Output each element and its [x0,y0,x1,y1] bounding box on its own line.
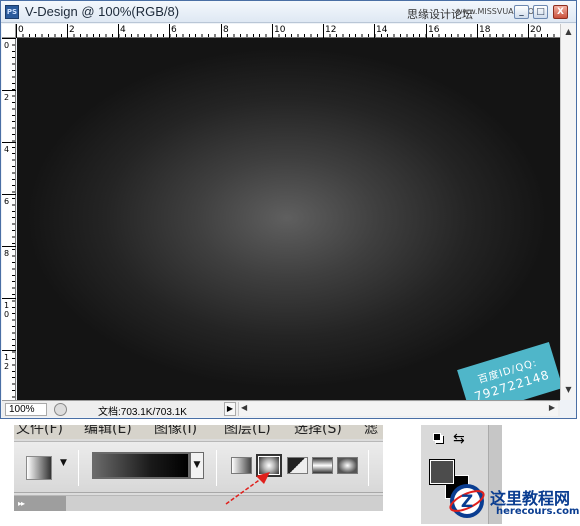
site-logo: Z 这里教程网 herecours.com [448,480,580,524]
title-bar[interactable]: PS V-Design @ 100%(RGB/8) 思缘设计论坛 www.MIS… [1,1,576,23]
diamond-gradient-button[interactable] [337,457,358,474]
status-bar: 100% 文档:703.1K/703.1K ▶ ◀ ▶ [2,400,560,418]
ruler-tick [221,24,222,38]
screenshot-root: PS V-Design @ 100%(RGB/8) 思缘设计论坛 www.MIS… [0,0,580,526]
photoshop-app-icon: PS [5,5,19,19]
menu-layer[interactable]: 图层(L) [224,425,271,438]
red-pointer-arrow-icon [225,472,270,505]
ruler-tick [323,24,324,38]
ruler-tick [2,90,16,91]
horizontal-scrollbar[interactable]: ◀ ▶ [238,402,558,416]
ruler-label: 18 [479,25,491,35]
ruler-label: 4 [120,25,126,35]
ruler-label: 14 [376,25,388,35]
ruler-tick [169,24,170,38]
gradient-picker[interactable] [92,452,190,479]
swap-colors-icon[interactable]: ⇆ [453,432,465,446]
scroll-right-arrow-icon[interactable]: ▶ [549,403,555,412]
zoom-field[interactable]: 100% [5,403,47,416]
horizontal-ruler[interactable]: 0 2 4 6 8 10 12 14 16 18 20 [16,24,560,38]
vertical-scrollbar[interactable]: ▲ ▼ [560,24,576,400]
ruler-tick [67,24,68,38]
svg-text:Z: Z [461,492,473,512]
ruler-tick [16,24,17,38]
ruler-tick [477,24,478,38]
ruler-label: 2 [4,93,10,102]
ruler-label: 8 [223,25,229,35]
logo-mark-icon: Z [449,484,485,518]
toolbar-divider [78,450,79,486]
menu-file[interactable]: 文件(F) [16,425,63,438]
menu-select[interactable]: 选择(S) [294,425,342,438]
document-window: PS V-Design @ 100%(RGB/8) 思缘设计论坛 www.MIS… [0,0,577,419]
ruler-tick [374,24,375,38]
document-canvas[interactable]: 百度ID/QQ: 792722148 [17,38,563,416]
ruler-label: 6 [171,25,177,35]
menu-image[interactable]: 图像(I) [154,425,197,438]
ruler-tick [2,298,16,299]
menu-filter[interactable]: 滤 [364,425,378,438]
status-menu-arrow-icon[interactable]: ▶ [224,402,236,416]
menu-edit[interactable]: 编辑(E) [84,425,132,438]
menu-bar: 文件(F) 编辑(E) 图像(I) 图层(L) 选择(S) 滤 [14,425,383,439]
ruler-label: 0 [4,41,10,50]
scroll-down-arrow-icon[interactable]: ▼ [563,384,574,395]
ruler-tick [2,142,16,143]
gradient-options-bar: ▼ ▼ [14,441,383,493]
ruler-tick [426,24,427,38]
ruler-tick [272,24,273,38]
vertical-ruler[interactable]: 0 2 4 6 8 1 0 1 2 [2,38,16,400]
document-title: V-Design @ 100%(RGB/8) [25,4,180,19]
ruler-label: 1 0 [4,301,10,319]
panel-dock-bar: ▸▸ [14,495,383,511]
maximize-button[interactable]: □ [533,5,548,19]
ruler-tick [2,38,16,39]
ruler-tick [2,246,16,247]
ruler-label: 20 [530,25,542,35]
ruler-tick [2,350,16,351]
ruler-label: 2 [69,25,75,35]
reflected-gradient-button[interactable] [312,457,333,474]
ruler-tick [118,24,119,38]
toolbar-divider [368,450,369,486]
ruler-label: 12 [325,25,337,35]
ruler-label: 6 [4,197,10,206]
ruler-label: 0 [18,25,24,35]
ruler-label: 8 [4,249,10,258]
logo-url: herecours.com [496,506,580,517]
ruler-label: 10 [274,25,286,35]
ruler-label: 16 [428,25,440,35]
foreground-color-swatch[interactable] [429,459,455,485]
angle-gradient-button[interactable] [287,457,308,474]
close-button[interactable]: X [553,5,568,19]
minimize-button[interactable]: _ [514,5,529,19]
tool-preset-picker[interactable] [26,456,52,480]
chevron-down-icon[interactable]: ▼ [60,458,67,468]
ruler-tick [2,194,16,195]
document-size-info: 文档:703.1K/703.1K [98,407,187,418]
ruler-origin[interactable] [2,24,16,38]
ruler-tick [528,24,529,38]
default-colors-icon[interactable] [433,433,441,441]
toolbar-divider [216,450,217,486]
gradient-picker-dropdown[interactable]: ▼ [190,452,204,479]
scroll-left-arrow-icon[interactable]: ◀ [241,403,247,412]
gradient-options-crop: 文件(F) 编辑(E) 图像(I) 图层(L) 选择(S) 滤 ▼ ▼ ▸▸ [14,425,383,511]
ruler-label: 4 [4,145,10,154]
panel-tab[interactable]: ▸▸ [14,496,66,511]
ruler-label: 1 2 [4,353,10,371]
scroll-up-arrow-icon[interactable]: ▲ [563,26,574,37]
status-info-icon[interactable] [54,403,67,416]
